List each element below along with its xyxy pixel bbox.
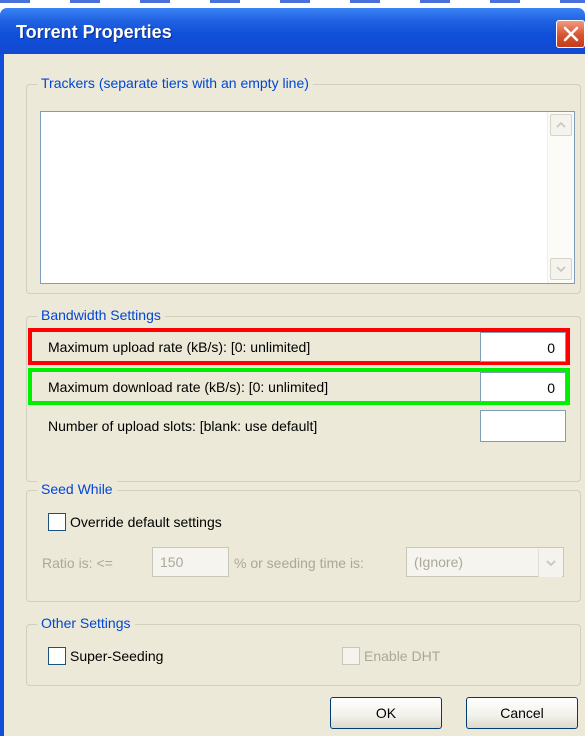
- cancel-button[interactable]: Cancel: [466, 697, 578, 729]
- title-bar[interactable]: Torrent Properties: [0, 8, 585, 54]
- trackers-textarea[interactable]: [40, 111, 575, 284]
- chevron-down-icon: [545, 560, 556, 566]
- override-default-label: Override default settings: [70, 514, 222, 530]
- scroll-up-arrow-icon: [556, 122, 566, 128]
- scroll-down-arrow-icon: [556, 266, 566, 272]
- bandwidth-legend: Bandwidth Settings: [37, 307, 165, 323]
- trackers-legend: Trackers (separate tiers with an empty l…: [37, 75, 313, 91]
- max-download-label: Maximum download rate (kB/s): [0: unlimi…: [48, 379, 329, 395]
- super-seeding-label: Super-Seeding: [70, 648, 164, 664]
- max-download-input[interactable]: 0: [480, 372, 566, 402]
- dialog-body: Trackers (separate tiers with an empty l…: [4, 54, 585, 736]
- close-icon: [563, 26, 579, 42]
- seed-while-legend: Seed While: [37, 481, 117, 497]
- upload-slots-input[interactable]: [480, 410, 566, 442]
- seed-while-group: Seed While: [26, 481, 581, 602]
- ratio-label: Ratio is: <=: [42, 555, 113, 571]
- seeding-time-value: (Ignore): [414, 554, 464, 570]
- dialog-title: Torrent Properties: [16, 22, 172, 42]
- override-default-checkbox[interactable]: [48, 513, 66, 531]
- enable-dht-checkbox[interactable]: [342, 647, 360, 665]
- scroll-down-button[interactable]: [550, 258, 572, 280]
- enable-dht-label: Enable DHT: [364, 648, 441, 664]
- max-upload-input[interactable]: 0: [480, 332, 566, 362]
- other-settings-legend: Other Settings: [37, 615, 135, 631]
- ok-button[interactable]: OK: [330, 697, 442, 729]
- scroll-up-button[interactable]: [550, 114, 572, 136]
- torrent-properties-dialog: Torrent Properties Trackers (separate ti…: [0, 8, 585, 736]
- ratio-input[interactable]: 150: [152, 547, 229, 577]
- close-button[interactable]: [556, 20, 585, 48]
- upload-slots-label: Number of upload slots: [blank: use defa…: [48, 418, 318, 434]
- super-seeding-checkbox[interactable]: [48, 647, 66, 665]
- trackers-scrollbar[interactable]: [547, 112, 574, 283]
- max-upload-label: Maximum upload rate (kB/s): [0: unlimite…: [48, 339, 311, 355]
- seeding-time-label: % or seeding time is:: [234, 555, 364, 571]
- seeding-time-dropdown-button[interactable]: [538, 549, 562, 577]
- seeding-time-select[interactable]: (Ignore): [406, 547, 564, 577]
